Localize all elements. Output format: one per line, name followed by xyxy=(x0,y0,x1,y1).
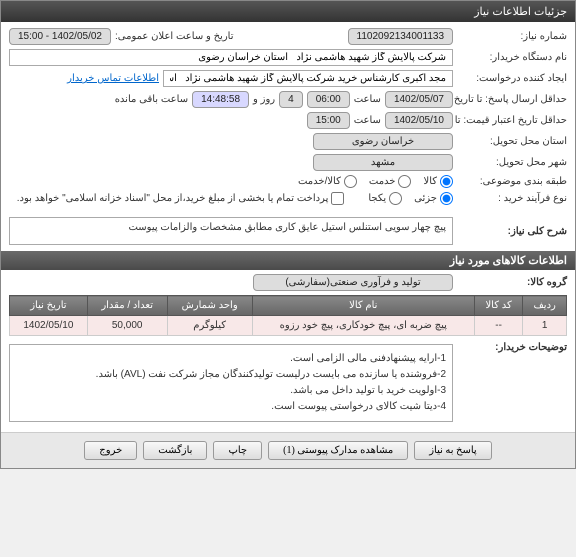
group-value: تولید و فرآوری صنعتی(سفارشی) xyxy=(253,274,453,291)
city-value: مشهد xyxy=(313,154,453,171)
attachments-button[interactable]: مشاهده مدارک پیوستی (1) xyxy=(268,441,408,460)
province-label: استان محل تحویل: xyxy=(457,136,567,147)
items-table: ردیفکد کالانام کالاواحد شمارشتعداد / مقد… xyxy=(9,295,567,336)
note-line: 3-اولویت خرید با تولید داخل می باشد. xyxy=(16,383,446,399)
table-cell: کیلوگرم xyxy=(167,316,252,336)
exit-button[interactable]: خروج xyxy=(84,441,137,460)
note-line: 2-فروشنده یا سازنده می بایست درلیست تولی… xyxy=(16,367,446,383)
days-value: 4 xyxy=(279,91,303,108)
days-label: روز و xyxy=(253,94,275,105)
buyer-notes: 1-ارایه پیشنهادفنی مالی الزامی است.2-فرو… xyxy=(9,344,453,422)
contact-link[interactable]: اطلاعات تماس خریدار xyxy=(67,73,159,84)
desc-label: شرح کلی نیاز: xyxy=(457,226,567,237)
cat-kala-radio[interactable]: کالا xyxy=(423,175,453,188)
announce-value: 1402/05/02 - 15:00 xyxy=(9,28,111,45)
table-cell: -- xyxy=(474,316,522,336)
back-button[interactable]: بازگشت xyxy=(143,441,207,460)
note-line: 4-دیتا شیت کالای درخواستی پیوست است. xyxy=(16,399,446,415)
note-line: 1-ارایه پیشنهادفنی مالی الزامی است. xyxy=(16,351,446,367)
creator-label: ایجاد کننده درخواست: xyxy=(457,73,567,84)
desc-value: پیچ چهار سویی استنلس استیل عایق کاری مطا… xyxy=(9,217,453,245)
process-label: نوع فرآیند خرید : xyxy=(457,193,567,204)
items-header: اطلاعات کالاهای مورد نیاز xyxy=(1,251,575,270)
respond-button[interactable]: پاسخ به نیاز xyxy=(414,441,492,460)
time-label-2: ساعت xyxy=(354,115,381,126)
table-cell: 1402/05/10 xyxy=(10,316,88,336)
category-label: طبقه بندی موضوعی: xyxy=(457,176,567,187)
category-group: کالا خدمت کالا/خدمت xyxy=(298,175,453,188)
table-header: واحد شمارش xyxy=(167,296,252,316)
process-group: جزئی یکجا xyxy=(368,192,453,205)
payment-checkbox[interactable]: پرداخت تمام یا بخشی از مبلغ خرید،از محل … xyxy=(17,192,345,205)
deadline-date: 1402/05/07 xyxy=(385,91,453,108)
city-label: شهر محل تحویل: xyxy=(457,157,567,168)
table-cell: پیچ ضربه ای، پیچ خودکاری، پیچ خود رزوه xyxy=(252,316,474,336)
table-header: ردیف xyxy=(523,296,567,316)
req-no-label: شماره نیاز: xyxy=(457,31,567,42)
creator-input[interactable] xyxy=(163,70,453,87)
countdown: 14:48:58 xyxy=(192,91,249,108)
cat-both-radio[interactable]: کالا/خدمت xyxy=(298,175,357,188)
buyer-label: نام دستگاه خریدار: xyxy=(457,52,567,63)
content-area: شماره نیاز: 1102092134001133 تاریخ و ساع… xyxy=(1,22,575,432)
buyer-notes-label: توضیحات خریدار: xyxy=(457,342,567,353)
titlebar: جزئیات اطلاعات نیاز xyxy=(1,1,575,22)
table-header: تعداد / مقدار xyxy=(87,296,167,316)
province-value: خراسان رضوی xyxy=(313,133,453,150)
buyer-input[interactable] xyxy=(9,49,453,66)
cat-khadmat-radio[interactable]: خدمت xyxy=(369,175,412,188)
table-header: تاریخ نیاز xyxy=(10,296,88,316)
window: جزئیات اطلاعات نیاز شماره نیاز: 11020921… xyxy=(0,0,576,469)
remaining-label: ساعت باقی مانده xyxy=(115,94,188,105)
proc-partial-radio[interactable]: جزئی xyxy=(414,192,453,205)
valid-label: حداقل تاریخ اعتبار قیمت: تا تاریخ: xyxy=(457,115,567,126)
footer: پاسخ به نیاز مشاهده مدارک پیوستی (1) چاپ… xyxy=(1,432,575,468)
table-cell: 1 xyxy=(523,316,567,336)
deadline-time: 06:00 xyxy=(307,91,350,108)
req-no-value: 1102092134001133 xyxy=(348,28,454,45)
table-header: نام کالا xyxy=(252,296,474,316)
deadline-label: حداقل ارسال پاسخ: تا تاریخ: xyxy=(457,94,567,105)
print-button[interactable]: چاپ xyxy=(213,441,262,460)
announce-label: تاریخ و ساعت اعلان عمومی: xyxy=(115,31,234,42)
valid-time: 15:00 xyxy=(307,112,350,129)
time-label-1: ساعت xyxy=(354,94,381,105)
window-title: جزئیات اطلاعات نیاز xyxy=(474,6,567,18)
table-cell: 50,000 xyxy=(87,316,167,336)
group-label: گروه کالا: xyxy=(457,277,567,288)
valid-date: 1402/05/10 xyxy=(385,112,453,129)
table-row[interactable]: 1--پیچ ضربه ای، پیچ خودکاری، پیچ خود رزو… xyxy=(10,316,567,336)
proc-full-radio[interactable]: یکجا xyxy=(368,192,402,205)
table-header: کد کالا xyxy=(474,296,522,316)
